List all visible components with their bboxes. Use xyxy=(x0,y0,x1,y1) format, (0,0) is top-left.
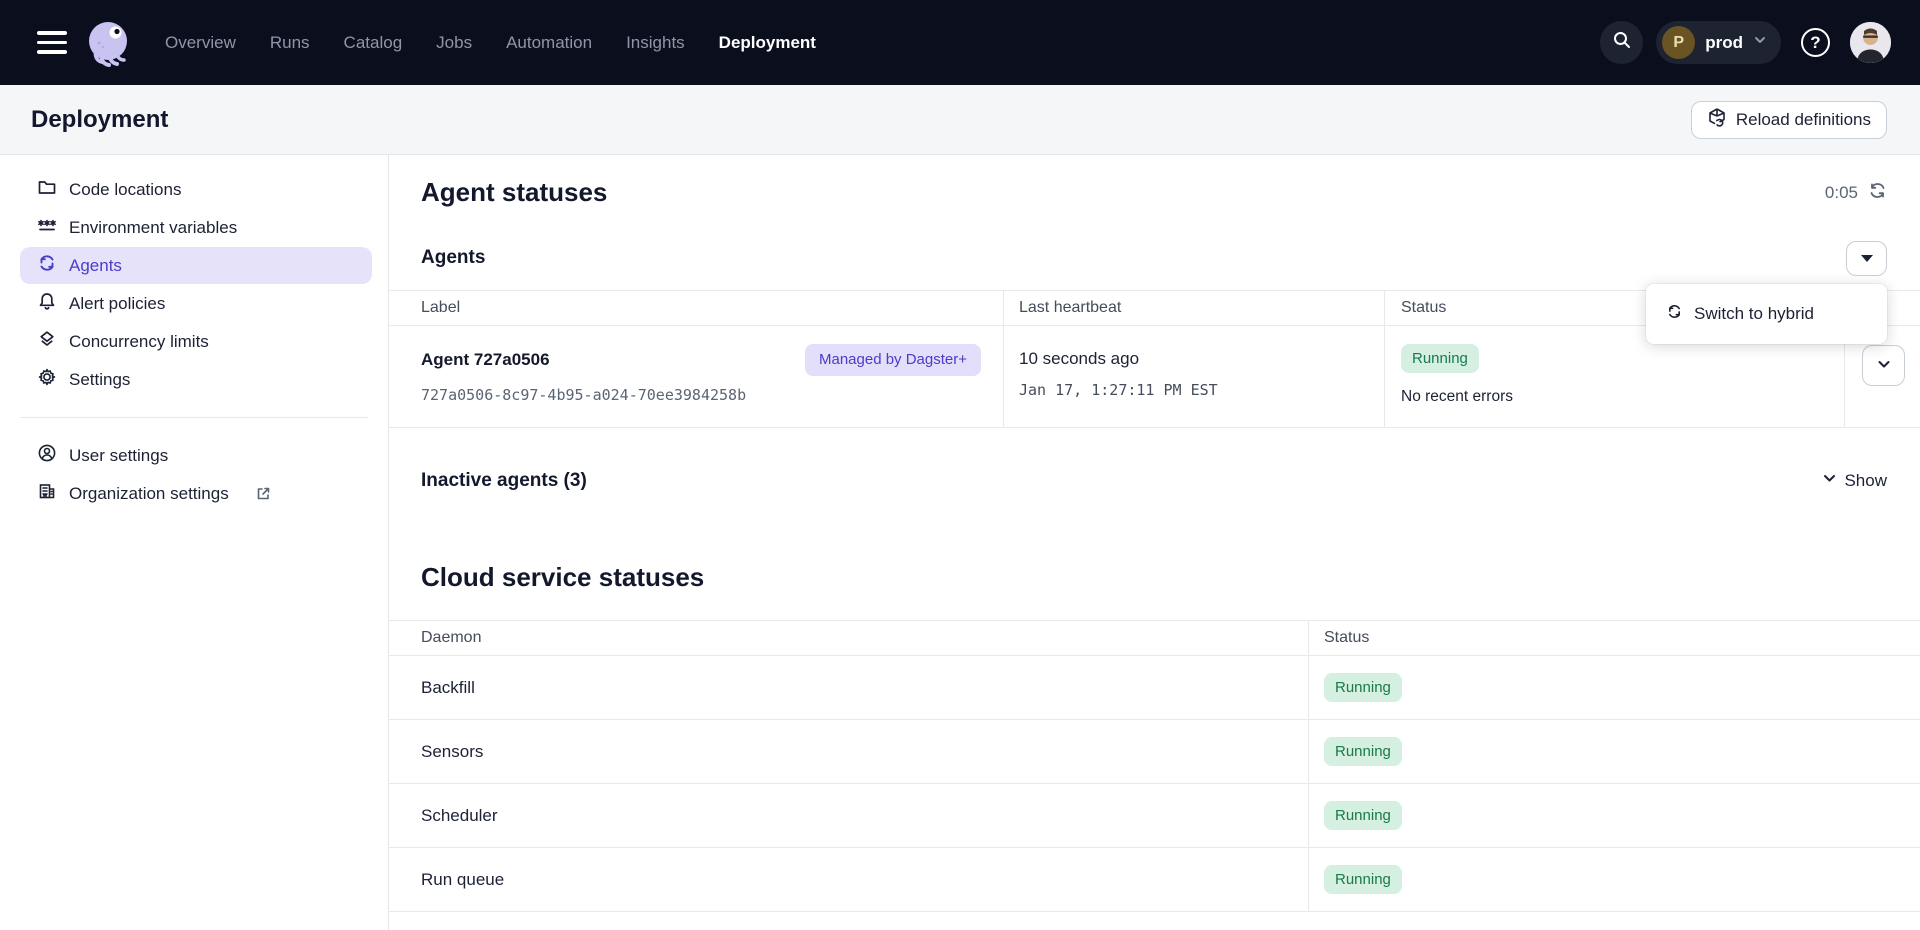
main-content: Agent statuses 0:05 Agents Label xyxy=(389,155,1920,930)
refresh-icon[interactable] xyxy=(1868,181,1887,205)
chevron-down-icon xyxy=(1876,356,1892,375)
settings-sidebar: Code locations Environment variables A xyxy=(0,155,389,930)
sidebar-item-label: Environment variables xyxy=(69,218,237,238)
agent-row-expand-button[interactable] xyxy=(1862,345,1905,386)
nav-item-catalog[interactable]: Catalog xyxy=(344,33,403,53)
sidebar-item-label: Concurrency limits xyxy=(69,332,209,352)
sidebar-item-label: Code locations xyxy=(69,180,181,200)
agent-statuses-title: Agent statuses xyxy=(421,177,607,208)
page-title: Deployment xyxy=(31,106,168,134)
search-icon xyxy=(1612,30,1632,55)
deployment-initial-badge: P xyxy=(1662,26,1695,59)
show-inactive-agents-toggle[interactable]: Show xyxy=(1822,471,1887,491)
heartbeat-absolute: Jan 17, 1:27:11 PM EST xyxy=(1019,381,1384,399)
heartbeat-relative: 10 seconds ago xyxy=(1019,349,1384,369)
gear-icon xyxy=(37,367,57,392)
nav-item-jobs[interactable]: Jobs xyxy=(436,33,472,53)
sidebar-item-user-settings[interactable]: User settings xyxy=(20,437,372,474)
cloud-service-statuses-title: Cloud service statuses xyxy=(421,562,704,593)
sidebar-item-label: Organization settings xyxy=(69,484,229,504)
nav-right-cluster: P prod ? xyxy=(1600,21,1891,64)
deployment-name: prod xyxy=(1705,33,1743,53)
agents-actions-dropdown-button[interactable] xyxy=(1846,241,1887,276)
nav-item-runs[interactable]: Runs xyxy=(270,33,310,53)
status-badge: Running xyxy=(1324,673,1402,702)
nav-item-insights[interactable]: Insights xyxy=(626,33,685,53)
column-header-daemon: Daemon xyxy=(389,621,1309,655)
sidebar-item-settings[interactable]: Settings xyxy=(20,361,372,398)
sidebar-item-concurrency-limits[interactable]: Concurrency limits xyxy=(20,323,372,360)
sidebar-item-label: User settings xyxy=(69,446,168,466)
sidebar-item-organization-settings[interactable]: Organization settings xyxy=(20,475,372,512)
external-link-icon xyxy=(255,485,272,502)
building-icon xyxy=(37,481,57,506)
agent-uuid: 727a0506-8c97-4b95-a024-70ee3984258b xyxy=(421,386,1003,404)
chevron-down-icon xyxy=(1753,33,1767,52)
sidebar-item-code-locations[interactable]: Code locations xyxy=(20,171,372,208)
status-badge: Running xyxy=(1324,865,1402,894)
nav-item-automation[interactable]: Automation xyxy=(506,33,592,53)
status-detail: No recent errors xyxy=(1401,388,1844,406)
menu-item-label: Switch to hybrid xyxy=(1694,304,1814,324)
user-icon xyxy=(37,443,57,468)
dagster-logo-icon[interactable] xyxy=(82,17,134,69)
daemon-row-run-queue: Run queue Running xyxy=(389,848,1920,912)
deployment-switcher[interactable]: P prod xyxy=(1656,21,1781,64)
sidebar-divider xyxy=(20,417,368,418)
cube-reload-icon xyxy=(1707,107,1727,132)
layers-icon xyxy=(37,329,57,354)
sidebar-item-agents[interactable]: Agents xyxy=(20,247,372,284)
agent-label-cell: Agent 727a0506 Managed by Dagster+ 727a0… xyxy=(389,326,1004,427)
agent-heartbeat-cell: 10 seconds ago Jan 17, 1:27:11 PM EST xyxy=(1004,326,1385,427)
sidebar-item-label: Agents xyxy=(69,256,122,276)
daemon-row-scheduler: Scheduler Running xyxy=(389,784,1920,848)
daemon-name: Run queue xyxy=(389,848,1309,911)
nav-item-deployment[interactable]: Deployment xyxy=(719,33,816,53)
agents-dropdown-menu: Switch to hybrid xyxy=(1646,284,1887,344)
managed-by-badge: Managed by Dagster+ xyxy=(805,344,981,376)
daemon-name: Scheduler xyxy=(389,784,1309,847)
daemon-name: Backfill xyxy=(389,656,1309,719)
refresh-countdown: 0:05 xyxy=(1825,183,1858,203)
hamburger-menu-icon[interactable] xyxy=(37,31,67,54)
help-button[interactable]: ? xyxy=(1794,21,1837,64)
chevron-down-icon xyxy=(1822,471,1837,491)
user-avatar[interactable] xyxy=(1850,22,1891,63)
reload-definitions-button[interactable]: Reload definitions xyxy=(1691,101,1887,139)
search-button[interactable] xyxy=(1600,21,1643,64)
menu-item-switch-to-hybrid[interactable]: Switch to hybrid xyxy=(1646,292,1887,336)
folder-icon xyxy=(37,177,57,202)
reload-definitions-label: Reload definitions xyxy=(1736,110,1871,130)
column-header-label: Label xyxy=(389,291,1004,325)
top-nav: Overview Runs Catalog Jobs Automation In… xyxy=(0,0,1920,85)
status-badge: Running xyxy=(1401,344,1479,373)
cloud-table-header: Daemon Status xyxy=(389,620,1920,656)
sidebar-item-label: Settings xyxy=(69,370,130,390)
agents-heading: Agents xyxy=(421,247,485,269)
env-vars-icon xyxy=(37,215,57,240)
page-header: Deployment Reload definitions xyxy=(0,85,1920,155)
agents-cycle-icon xyxy=(37,253,57,278)
show-label: Show xyxy=(1844,471,1887,491)
daemon-row-sensors: Sensors Running xyxy=(389,720,1920,784)
bell-icon xyxy=(37,291,57,316)
question-mark-icon: ? xyxy=(1801,28,1830,57)
sidebar-item-label: Alert policies xyxy=(69,294,165,314)
inactive-agents-heading: Inactive agents (3) xyxy=(421,470,587,492)
status-badge: Running xyxy=(1324,801,1402,830)
sidebar-item-alert-policies[interactable]: Alert policies xyxy=(20,285,372,322)
nav-item-overview[interactable]: Overview xyxy=(165,33,236,53)
daemon-name: Sensors xyxy=(389,720,1309,783)
column-header-status: Status xyxy=(1309,621,1920,655)
primary-nav-links: Overview Runs Catalog Jobs Automation In… xyxy=(165,33,816,53)
agent-name[interactable]: Agent 727a0506 xyxy=(421,350,550,370)
cloud-services-table: Daemon Status Backfill Running Sensors R… xyxy=(389,620,1920,912)
caret-down-icon xyxy=(1861,255,1873,262)
agents-cycle-icon xyxy=(1666,303,1683,325)
sidebar-item-environment-variables[interactable]: Environment variables xyxy=(20,209,372,246)
status-badge: Running xyxy=(1324,737,1402,766)
column-header-last-heartbeat: Last heartbeat xyxy=(1004,291,1385,325)
daemon-row-backfill: Backfill Running xyxy=(389,656,1920,720)
